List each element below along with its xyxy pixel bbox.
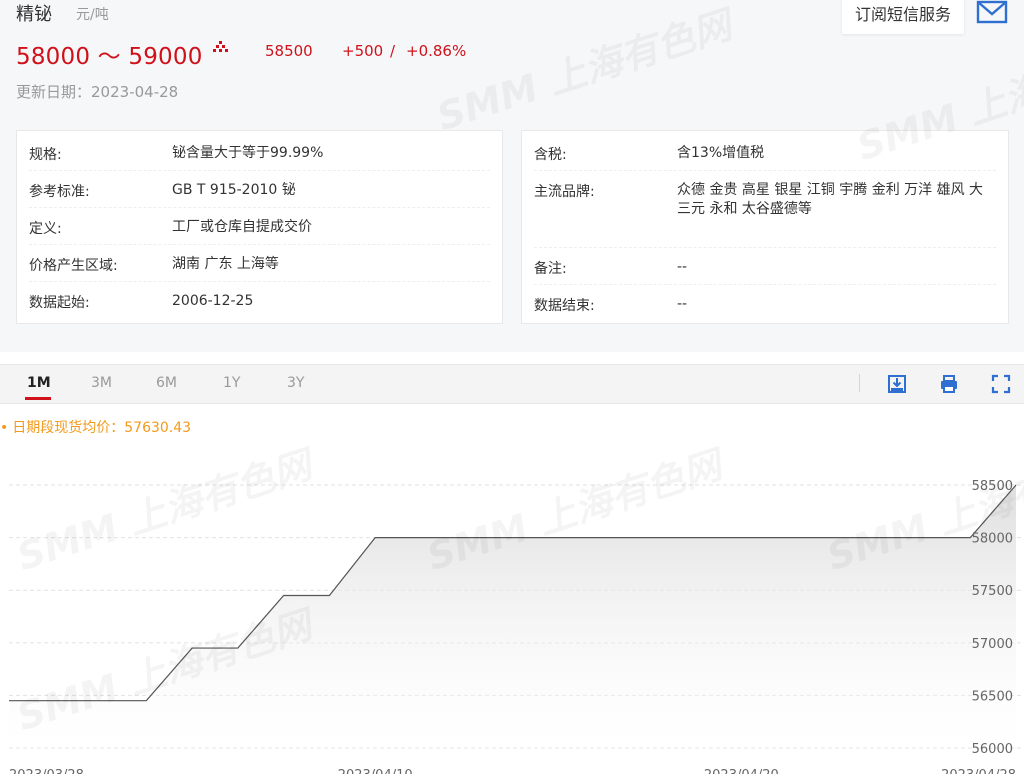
period-average-label: 日期段现货均价：57630.43 xyxy=(12,420,192,436)
info-key: 定义: xyxy=(29,221,62,237)
info-value: -- xyxy=(677,259,688,275)
y-tick-label: 56500 xyxy=(972,689,1013,704)
fullscreen-icon[interactable] xyxy=(991,374,1011,394)
update-date-line: 更新日期：2023-04-28 xyxy=(16,81,178,102)
price-unit: 元/吨 xyxy=(76,7,109,23)
info-value: -- xyxy=(677,296,688,312)
print-icon[interactable] xyxy=(939,374,959,394)
info-row: 定义: 工厂或仓库自提成交价 xyxy=(29,207,490,245)
info-key: 参考标准: xyxy=(29,184,90,200)
tab-1m[interactable]: 1M xyxy=(27,375,51,391)
tab-3y[interactable]: 3Y xyxy=(287,375,304,391)
info-row: 主流品牌: 众德 金贵 高星 银星 江铜 宇腾 金利 万洋 雄风 大三元 永和 … xyxy=(534,170,996,248)
product-name: 精铋 xyxy=(16,4,52,25)
mail-icon[interactable] xyxy=(976,0,1008,25)
download-image-icon[interactable] xyxy=(887,374,907,394)
info-key: 价格产生区域: xyxy=(29,258,118,274)
info-row: 参考标准: GB T 915-2010 铋 xyxy=(29,170,490,208)
info-key: 备注: xyxy=(534,261,567,277)
price-range: 58000 ～ 59000 xyxy=(16,44,203,70)
info-value: GB T 915-2010 铋 xyxy=(172,182,296,198)
price-up-icon xyxy=(213,41,228,52)
subscribe-sms-button[interactable]: 订阅短信服务 xyxy=(842,0,964,34)
tab-3m[interactable]: 3M xyxy=(91,375,112,391)
spec-table-right: 含税: 含13%增值税 主流品牌: 众德 金贵 高星 银星 江铜 宇腾 金利 万… xyxy=(521,130,1009,324)
average-price: 58500 xyxy=(265,42,313,60)
x-tick-label: 2023/03/28 xyxy=(9,768,84,774)
info-row: 规格: 铋含量大于等于99.99% xyxy=(29,133,490,171)
info-row: 备注: -- xyxy=(534,247,996,285)
active-tab-indicator xyxy=(25,397,51,400)
update-date-label: 更新日期： xyxy=(16,83,92,101)
info-row: 数据结束: -- xyxy=(534,284,996,321)
info-key: 含税: xyxy=(534,147,567,163)
info-value: 含13%增值税 xyxy=(677,145,765,161)
legend-dot-icon: • xyxy=(0,420,9,436)
info-key: 主流品牌: xyxy=(534,184,595,200)
price-change-percent: +0.86% xyxy=(406,42,467,60)
info-value: 众德 金贵 高星 银星 江铜 宇腾 金利 万洋 雄风 大三元 永和 太谷盛德等 xyxy=(677,182,984,217)
info-key: 规格: xyxy=(29,147,62,163)
x-tick-label: 2023/04/28 xyxy=(941,768,1016,774)
y-tick-label: 57000 xyxy=(972,637,1013,652)
y-tick-label: 58500 xyxy=(972,479,1013,494)
tab-6m[interactable]: 6M xyxy=(156,375,177,391)
x-tick-label: 2023/04/20 xyxy=(704,768,779,774)
spec-table-left: 规格: 铋含量大于等于99.99% 参考标准: GB T 915-2010 铋 … xyxy=(16,130,503,324)
period-average-price: • 日期段现货均价：57630.43 xyxy=(0,417,191,437)
y-tick-label: 57500 xyxy=(972,584,1013,599)
info-row: 含税: 含13%增值税 xyxy=(534,133,996,171)
info-value: 2006-12-25 xyxy=(172,293,254,309)
update-date: 2023-04-28 xyxy=(91,83,179,101)
y-tick-label: 58000 xyxy=(972,532,1013,547)
range-tab-bar: 1M 3M 6M 1Y 3Y xyxy=(0,364,1024,404)
price-area-chart[interactable]: 56000 56500 57000 57500 58000 58500 2023/03/2… xyxy=(0,440,1024,774)
tab-1y[interactable]: 1Y xyxy=(223,375,240,391)
price-area-fill xyxy=(9,485,1016,748)
info-value: 铋含量大于等于99.99% xyxy=(172,145,324,161)
info-key: 数据起始: xyxy=(29,295,90,311)
x-tick-label: 2023/04/10 xyxy=(338,768,413,774)
product-header-area: 精铋 元/吨 58000 ～ 59000 58500 +500 / +0.86%… xyxy=(0,0,1024,352)
change-separator: / xyxy=(390,42,396,60)
info-key: 数据结束: xyxy=(534,298,595,314)
info-value: 工厂或仓库自提成交价 xyxy=(172,219,312,235)
toolbar-divider xyxy=(859,374,860,392)
info-row: 数据起始: 2006-12-25 xyxy=(29,281,490,318)
info-value: 湖南 广东 上海等 xyxy=(172,256,279,272)
info-row: 价格产生区域: 湖南 广东 上海等 xyxy=(29,244,490,282)
price-change: +500 xyxy=(342,42,384,60)
y-tick-label: 56000 xyxy=(972,742,1013,757)
